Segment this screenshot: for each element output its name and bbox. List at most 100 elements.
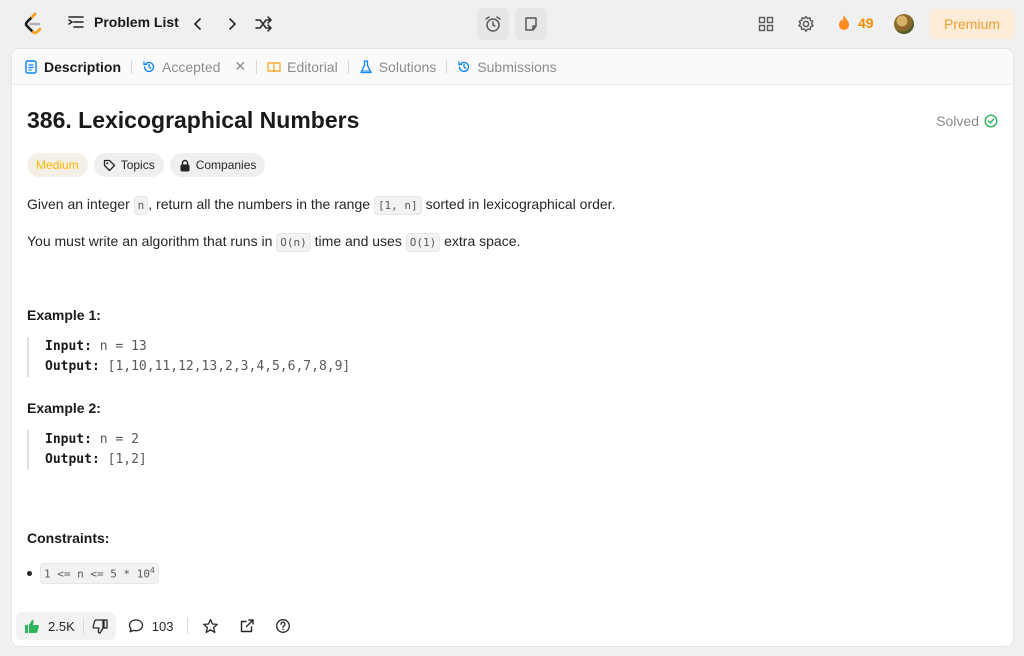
flask-icon — [360, 59, 372, 73]
comment-icon — [128, 619, 143, 633]
example-2-heading: Example 2: — [27, 400, 101, 416]
gear-icon — [798, 15, 814, 32]
page-title[interactable]: 386. Lexicographical Numbers — [27, 107, 359, 134]
output-value: [1,2] — [107, 452, 147, 467]
thumbs-down-icon — [92, 618, 108, 634]
settings-button[interactable] — [796, 14, 816, 34]
constraint-text: 1 <= n <= 5 * 10 — [44, 567, 150, 581]
chevron-left-icon — [193, 18, 201, 30]
example-1-heading: Example 1: — [27, 307, 101, 323]
thumbs-up-icon — [25, 619, 39, 633]
output-value: [1,10,11,12,13,2,3,4,5,6,7,8,9] — [107, 359, 351, 374]
panel-tab-bar: Description Accepted ✕ Editorial Solutio… — [12, 49, 1013, 85]
prev-problem-button[interactable] — [188, 14, 208, 34]
tab-divider — [446, 59, 448, 74]
chevron-right-icon — [229, 18, 237, 30]
inline-code: O(1) — [405, 233, 441, 252]
description-text: extra space. — [440, 233, 521, 249]
example-1-block: Input: n = 13 Output: [1,10,11,12,13,2,3… — [27, 337, 350, 377]
avatar[interactable] — [894, 14, 914, 34]
inline-code: [1, n] — [373, 196, 422, 215]
problem-list-button[interactable]: Problem List — [68, 14, 179, 30]
tag-icon — [103, 159, 115, 171]
input-label: Input: — [45, 339, 92, 354]
next-problem-button[interactable] — [222, 14, 242, 34]
input-label: Input: — [45, 432, 92, 447]
logo-icon[interactable] — [22, 12, 44, 36]
fire-icon — [839, 15, 849, 30]
star-icon — [203, 618, 219, 634]
description-text: time and uses — [310, 233, 406, 249]
check-circle-icon — [984, 114, 998, 128]
notes-button[interactable] — [515, 8, 547, 40]
note-icon — [525, 17, 537, 31]
random-problem-button[interactable] — [254, 14, 274, 34]
constraint-code: 1 <= n <= 5 * 104 — [40, 563, 159, 584]
output-label: Output: — [45, 452, 100, 467]
problem-tags: Medium Topics Companies — [27, 153, 266, 177]
tab-description[interactable]: Description — [24, 59, 121, 75]
bottom-action-bar: 2.5K 103 — [12, 606, 1013, 646]
input-value: n = 13 — [99, 339, 147, 354]
description-text: , return all the numbers in the range — [148, 196, 374, 212]
topics-button[interactable]: Topics — [93, 153, 164, 177]
share-button[interactable] — [239, 618, 255, 634]
tab-accepted[interactable]: Accepted ✕ — [142, 58, 246, 75]
example-2-block: Input: n = 2 Output: [1,2] — [27, 430, 147, 470]
example-output-line: Output: [1,2] — [45, 450, 147, 470]
inline-code: n — [133, 196, 149, 215]
history-icon — [143, 60, 155, 72]
streak-count: 49 — [858, 15, 874, 31]
tab-editorial-label: Editorial — [287, 58, 338, 75]
comment-count: 103 — [151, 618, 174, 634]
lock-icon — [180, 159, 190, 171]
comments-button[interactable]: 103 — [128, 618, 174, 634]
input-value: n = 2 — [99, 432, 139, 447]
tab-submissions[interactable]: Submissions — [457, 58, 557, 75]
vote-group: 2.5K — [16, 612, 116, 640]
layout-button[interactable] — [756, 14, 776, 34]
tab-divider — [131, 59, 133, 74]
dislike-button[interactable] — [84, 612, 116, 640]
close-icon[interactable]: ✕ — [234, 58, 246, 75]
description-paragraph: Given an integer n, return all the numbe… — [27, 194, 615, 216]
description-text: sorted in lexicographical order. — [421, 196, 616, 212]
description-paragraph: You must write an algorithm that runs in… — [27, 231, 520, 253]
book-icon — [267, 61, 281, 72]
description-panel: Description Accepted ✕ Editorial Solutio… — [11, 48, 1014, 647]
alarm-icon — [485, 16, 501, 32]
tab-editorial[interactable]: Editorial — [267, 59, 338, 75]
inline-code: O(n) — [276, 233, 311, 252]
companies-label: Companies — [195, 158, 257, 172]
difficulty-badge: Medium — [27, 153, 88, 177]
tab-submissions-label: Submissions — [477, 58, 557, 75]
like-button[interactable]: 2.5K — [16, 612, 83, 640]
constraint-exponent: 4 — [149, 566, 155, 575]
bottom-divider — [187, 618, 189, 634]
tab-solutions-label: Solutions — [378, 58, 437, 75]
help-button[interactable] — [275, 618, 291, 634]
help-icon — [276, 619, 291, 633]
companies-button[interactable]: Companies — [169, 153, 266, 177]
solved-status: Solved — [936, 113, 998, 129]
constraints-heading: Constraints: — [27, 530, 110, 546]
share-icon — [241, 619, 255, 633]
tab-solutions[interactable]: Solutions — [359, 58, 437, 75]
topics-label: Topics — [120, 158, 155, 172]
history-icon — [458, 60, 470, 72]
list-icon — [68, 16, 84, 28]
constraint-item: 1 <= n <= 5 * 104 — [27, 563, 159, 584]
timer-button[interactable] — [477, 8, 509, 40]
tab-description-label: Description — [44, 58, 122, 75]
example-input-line: Input: n = 13 — [45, 337, 350, 357]
example-output-line: Output: [1,10,11,12,13,2,3,4,5,6,7,8,9] — [45, 357, 350, 377]
tab-accepted-label: Accepted — [162, 58, 221, 75]
favorite-button[interactable] — [202, 618, 219, 634]
premium-button[interactable]: Premium — [930, 9, 1014, 39]
tab-divider — [347, 59, 349, 74]
shuffle-icon — [255, 16, 272, 32]
solved-label: Solved — [936, 113, 979, 129]
top-navigation-bar: Problem List 49 Premium — [0, 0, 1024, 48]
description-text: You must write an algorithm that runs in — [27, 233, 277, 249]
streak-counter[interactable]: 49 — [836, 14, 874, 32]
